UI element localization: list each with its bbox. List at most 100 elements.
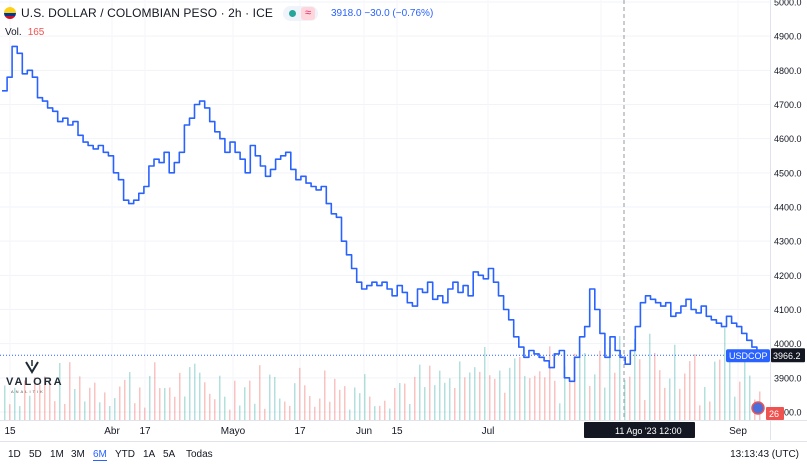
volume-bar	[584, 353, 586, 420]
volume-bar	[544, 377, 546, 420]
volume-bar	[489, 375, 491, 420]
symbol-tag-label: USDCOP	[729, 351, 768, 361]
volume-bar	[479, 371, 481, 420]
price-line	[2, 45, 763, 383]
volume-bar	[549, 346, 551, 420]
volume-bar	[369, 396, 371, 420]
volume-bar	[484, 347, 486, 420]
delayed-data-icon[interactable]: ≈	[300, 6, 315, 20]
volume-bar	[309, 396, 311, 420]
volume-bar	[494, 378, 496, 420]
volume-bar	[629, 376, 631, 420]
timeframe-1a[interactable]: 1A	[143, 449, 155, 460]
timeframe-5a[interactable]: 5A	[163, 449, 175, 460]
price-tick-label: 3900.0	[774, 373, 802, 383]
volume-bar	[424, 387, 426, 420]
timeframe-5d[interactable]: 5D	[29, 449, 42, 460]
volume-legend: Vol. 165	[5, 27, 44, 38]
time-tick-label: 17	[139, 426, 151, 437]
timeframe-todas[interactable]: Todas	[186, 449, 213, 460]
volume-bar	[104, 392, 106, 420]
price-tick-label: 4700.0	[774, 100, 802, 110]
timeframe-ytd[interactable]: YTD	[115, 449, 135, 460]
currency-flag-icon[interactable]	[751, 401, 765, 415]
volume-bar	[179, 372, 181, 420]
volume-bar	[554, 380, 556, 420]
volume-bar	[414, 376, 416, 420]
price-tick-label: 5000.0	[774, 0, 802, 8]
volume-bar	[594, 374, 596, 420]
volume-bar	[294, 383, 296, 420]
volume-bar	[304, 385, 306, 420]
crosshair-time-label: 11 Ago '23 12:00	[615, 426, 682, 436]
time-tick-label: Abr	[104, 426, 120, 437]
price-tick-label: 4900.0	[774, 32, 802, 42]
timeframe-6m[interactable]: 6M	[93, 449, 107, 461]
timeframe-1d[interactable]: 1D	[8, 449, 21, 460]
utc-clock[interactable]: 13:13:43 (UTC)	[730, 449, 799, 460]
volume-bar	[529, 378, 531, 420]
volume-bar	[734, 396, 736, 420]
volume-bar	[374, 406, 376, 420]
volume-bar	[429, 365, 431, 420]
us-flag-icon	[4, 7, 16, 19]
volume-bar	[324, 370, 326, 420]
time-tick-label: Jul	[482, 426, 495, 437]
market-status[interactable]: ≈	[282, 5, 318, 21]
time-axis[interactable]: 15Abr17Mayo17Jun15JulAgoSep11 Ago '23 12…	[0, 420, 807, 439]
volume-bar	[739, 381, 741, 420]
volume-bar	[9, 404, 11, 420]
volume-bar	[4, 385, 6, 420]
volume-bar	[619, 336, 621, 420]
volume-bar	[189, 367, 191, 420]
volume-bar	[589, 385, 591, 420]
volume-value: 165	[27, 27, 45, 38]
time-tick-label: Jun	[356, 426, 372, 437]
volume-bar	[144, 407, 146, 420]
time-tick-label: 15	[391, 426, 403, 437]
volume-bar	[649, 333, 651, 420]
volume-bar	[389, 408, 391, 420]
volume-bar	[639, 359, 641, 420]
volume-bar	[29, 395, 31, 420]
timeframe-1m[interactable]: 1M	[50, 449, 64, 460]
volume-bar	[434, 385, 436, 420]
volume-bar	[249, 380, 251, 420]
symbol-title[interactable]: U.S. DOLLAR / COLOMBIAN PESO · 2h · ICE	[21, 6, 273, 20]
volume-bar	[744, 357, 746, 420]
volume-bar	[464, 377, 466, 420]
volume-bar	[664, 387, 666, 420]
volume-bar	[344, 386, 346, 420]
price-tick-label: 4000.0	[774, 339, 802, 349]
timeframe-3m[interactable]: 3M	[71, 449, 85, 460]
volume-bar	[274, 376, 276, 420]
volume-bar	[524, 376, 526, 420]
bottom-toolbar-divider	[0, 441, 807, 442]
volume-bar	[329, 401, 331, 420]
volume-bar	[714, 361, 716, 420]
volume-bar	[149, 375, 151, 420]
volume-bar	[674, 344, 676, 420]
volume-bar	[174, 396, 176, 420]
volume-bar	[689, 361, 691, 420]
volume-bar	[214, 399, 216, 420]
chart-header: U.S. DOLLAR / COLOMBIAN PESO · 2h · ICE …	[4, 5, 433, 21]
volume-bar	[79, 376, 81, 420]
volume-bar	[74, 389, 76, 420]
volume-bar	[349, 409, 351, 420]
volume-bar	[114, 398, 116, 420]
price-chart[interactable]: 5000.0 4900.0 4800.0 4700.0 4600.0 4500.0 4400…	[0, 0, 807, 472]
volume-bar	[84, 401, 86, 420]
volume-bar	[604, 387, 606, 420]
volume-bar	[384, 400, 386, 420]
volume-bar	[239, 405, 241, 420]
price-tick-label: 4500.0	[774, 168, 802, 178]
volume-bar	[609, 347, 611, 420]
time-tick-label: Sep	[729, 426, 747, 437]
volume-bar	[704, 386, 706, 420]
volume-bar	[519, 357, 521, 420]
volume-bar	[164, 388, 166, 420]
volume-bar	[699, 405, 701, 420]
price-tick-label: 4400.0	[774, 203, 802, 213]
volume-bar	[409, 403, 411, 420]
